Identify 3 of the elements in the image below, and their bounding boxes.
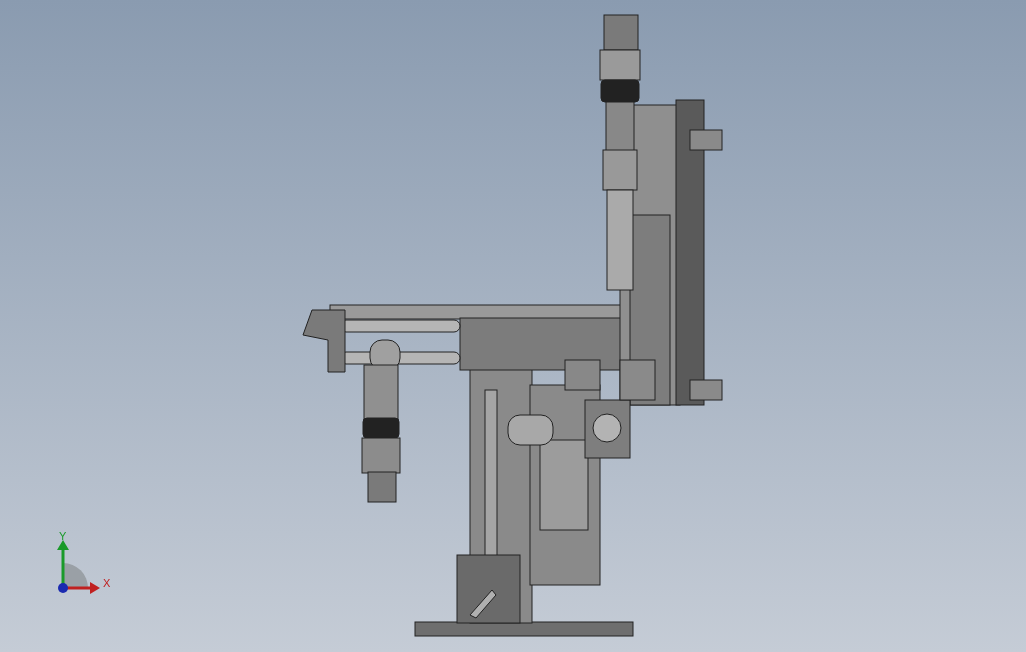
- axis-label: X: [103, 577, 111, 589]
- axis-triad-icon: [57, 540, 100, 594]
- axis-label: Y: [59, 530, 67, 542]
